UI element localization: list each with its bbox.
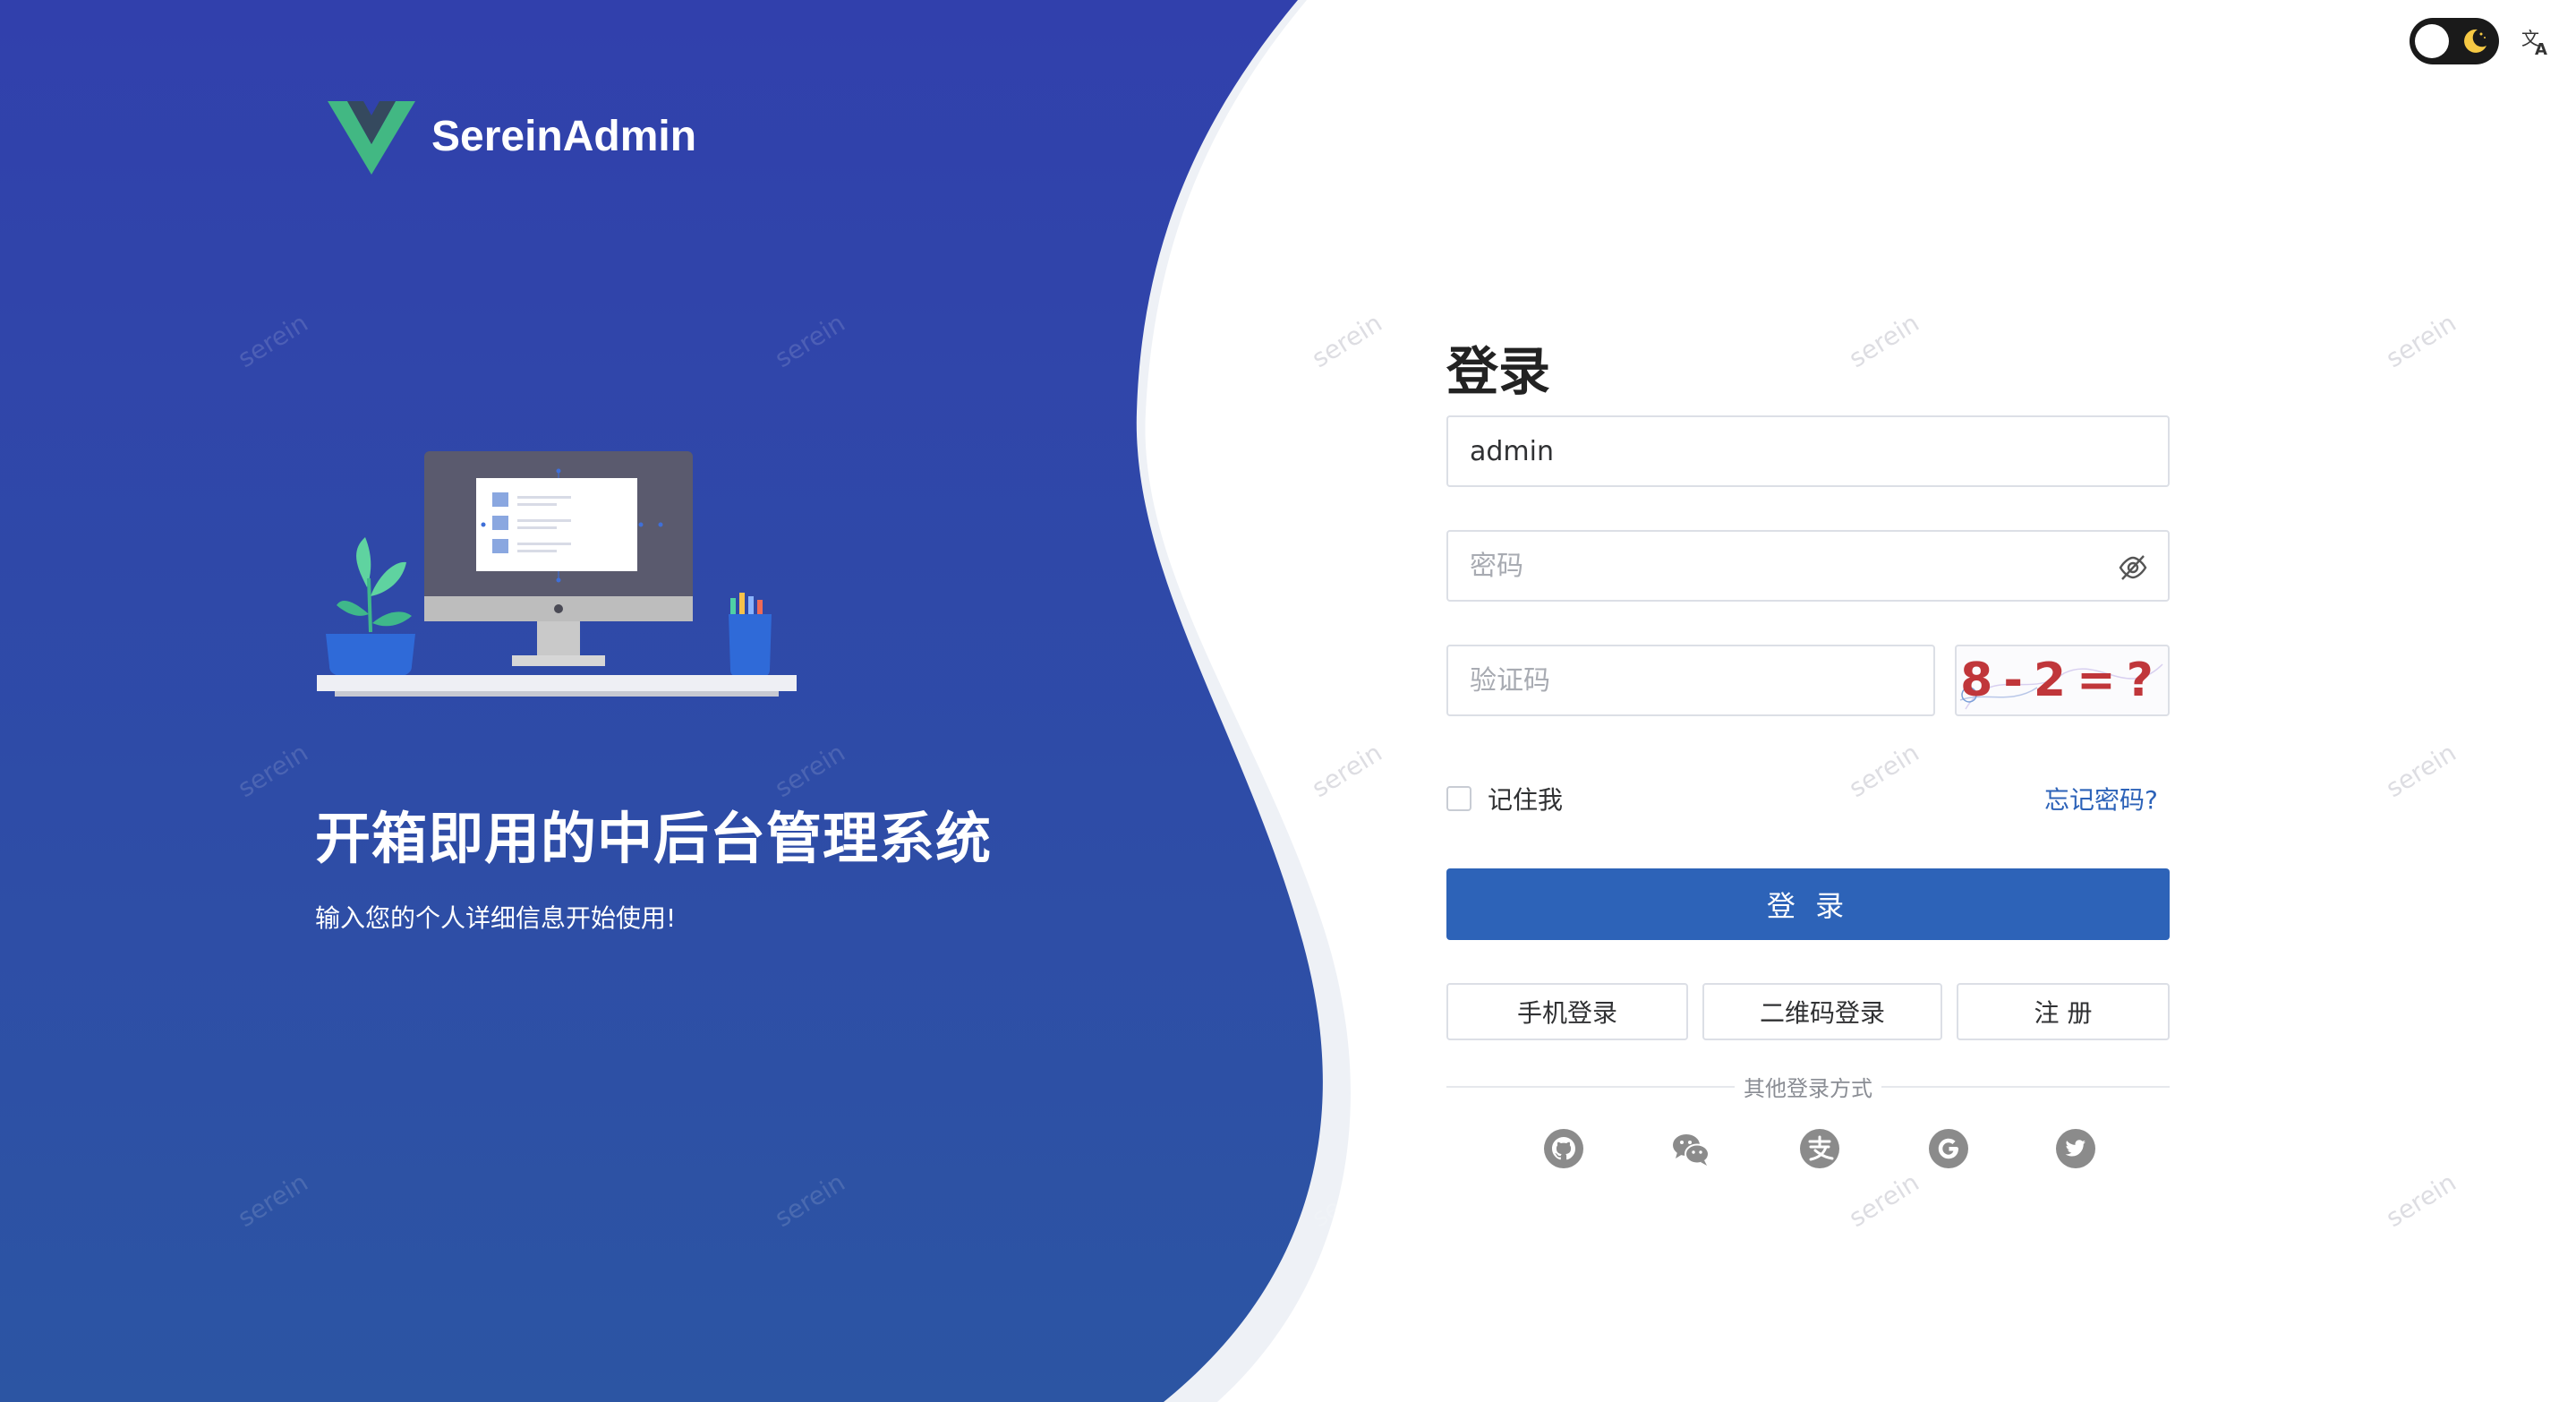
register-button[interactable]: 注 册 — [1957, 983, 2170, 1040]
eye-off-icon[interactable] — [2118, 553, 2148, 582]
password-field[interactable] — [1446, 530, 2170, 602]
remember-checkbox[interactable] — [1446, 786, 1471, 811]
brand-name: SereinAdmin — [431, 112, 697, 160]
desk-illustration — [317, 451, 797, 697]
hero-title: 开箱即用的中后台管理系统 — [315, 806, 993, 871]
other-login-methods-label: 其他登录方式 — [1744, 1076, 1872, 1101]
brand: SereinAdmin — [328, 95, 696, 177]
divider-line — [1881, 1086, 2170, 1088]
vue-logo-icon — [328, 101, 415, 175]
phone-login-button[interactable]: 手机登录 — [1446, 983, 1688, 1040]
toggle-knob — [2415, 24, 2449, 58]
username-input[interactable] — [1448, 417, 2168, 485]
google-icon[interactable] — [1928, 1128, 1969, 1169]
github-icon[interactable] — [1543, 1128, 1584, 1169]
captcha-image[interactable]: 8-2=? — [1955, 645, 2170, 716]
svg-text:A: A — [2535, 40, 2547, 57]
qr-login-button[interactable]: 二维码登录 — [1702, 983, 1942, 1040]
theme-toggle[interactable] — [2410, 18, 2499, 64]
password-input[interactable] — [1448, 532, 2168, 600]
translate-icon[interactable]: 文 A — [2521, 25, 2553, 57]
twitter-icon[interactable] — [2055, 1128, 2096, 1169]
alipay-icon[interactable] — [1799, 1128, 1840, 1169]
hero-subtitle: 输入您的个人详细信息开始使用! — [315, 903, 677, 933]
remember-label: 记住我 — [1488, 785, 1564, 815]
captcha-text: 8-2=? — [1960, 654, 2164, 707]
moon-icon — [2464, 29, 2486, 53]
login-button[interactable]: 登 录 — [1446, 868, 2170, 940]
wechat-icon[interactable] — [1670, 1128, 1711, 1169]
captcha-input[interactable] — [1448, 646, 1933, 714]
username-field[interactable] — [1446, 415, 2170, 487]
login-title: 登录 — [1446, 341, 1551, 402]
captcha-field[interactable] — [1446, 645, 1935, 716]
forgot-password-link[interactable]: 忘记密码? — [2044, 781, 2158, 816]
divider-line — [1446, 1086, 1735, 1088]
remember-me[interactable]: 记住我 — [1446, 781, 1563, 816]
